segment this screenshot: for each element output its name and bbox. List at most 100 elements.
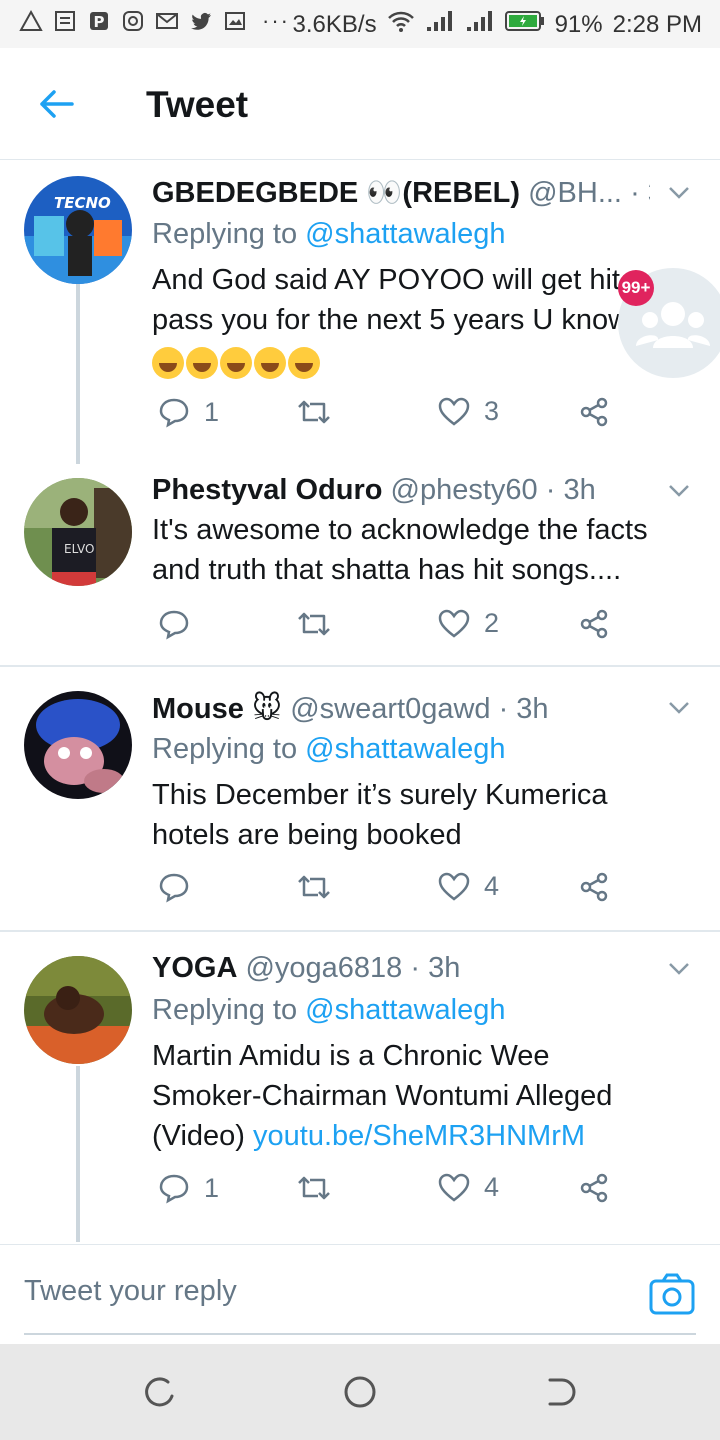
retweet-button[interactable] (296, 396, 332, 428)
share-button[interactable] (578, 871, 610, 903)
home-icon[interactable] (342, 1374, 378, 1410)
reply-icon (159, 873, 189, 903)
heart-icon (438, 1173, 470, 1202)
like-button[interactable]: 2 (438, 608, 499, 639)
like-button[interactable]: 4 (438, 871, 499, 902)
like-count: 4 (484, 871, 500, 901)
tweet-text-line: And God said AY POYOO will get hit (152, 264, 620, 296)
display-name[interactable]: Mouse 🐭 (152, 693, 282, 725)
tweet-item[interactable]: TECNO GBEDEGBEDE 👀(REBEL) @BH... · 3h Re… (0, 160, 720, 466)
emoji-row (152, 342, 690, 382)
timestamp: · 3h (630, 177, 650, 209)
notification-badge: 99+ (618, 270, 654, 306)
user-handle[interactable]: @yoga6818 (245, 952, 402, 984)
user-handle[interactable]: @BH... (528, 177, 622, 209)
mention-link[interactable]: @shattawalegh (305, 218, 505, 250)
avatar[interactable] (24, 691, 132, 799)
laughing-emoji-icon (152, 347, 184, 380)
tweet-actions: 2 (152, 608, 632, 648)
retweet-button[interactable] (296, 871, 332, 903)
tweet-meta: YOGA @yoga6818 · 3h (152, 952, 650, 985)
tweet-meta: GBEDEGBEDE 👀(REBEL) @BH... · 3h (152, 176, 650, 210)
reply-button[interactable] (158, 871, 204, 903)
mention-link[interactable]: @shattawalegh (305, 994, 505, 1026)
back-button[interactable] (30, 82, 82, 126)
battery-icon (504, 10, 545, 39)
gallery-icon (222, 8, 248, 34)
display-name[interactable]: YOGA (152, 952, 237, 984)
display-name[interactable]: GBEDEGBEDE 👀(REBEL) (152, 177, 520, 209)
reply-button[interactable] (158, 608, 204, 640)
like-count: 4 (484, 1172, 500, 1202)
more-notifications-indicator: ··· (262, 8, 290, 33)
chevron-down-icon[interactable] (666, 695, 692, 721)
reply-input[interactable]: Tweet your reply (24, 1275, 237, 1308)
tweet-text: Martin Amidu is a Chronic Wee Smoker-Cha… (152, 1036, 690, 1156)
notification-icons: P ··· (18, 8, 290, 34)
avatar[interactable]: ELVO (24, 478, 132, 586)
share-icon (580, 397, 608, 427)
tweet-text-line: and truth that shatta has hit songs.... (152, 554, 622, 586)
reply-icon (159, 610, 189, 640)
system-nav-bar (0, 1344, 720, 1440)
page-title: Tweet (146, 84, 249, 125)
tweet-text: It's awesome to acknowledge the facts an… (152, 510, 690, 590)
chevron-down-icon[interactable] (666, 478, 692, 504)
user-handle[interactable]: @sweart0gawd (290, 693, 490, 725)
chevron-down-icon[interactable] (666, 956, 692, 982)
svg-text:P: P (94, 13, 105, 31)
reply-button[interactable]: 1 (158, 396, 219, 428)
retweet-button[interactable] (296, 608, 332, 640)
mention-link[interactable]: @shattawalegh (305, 733, 505, 765)
retweet-button[interactable] (296, 1172, 332, 1204)
wifi-icon (387, 9, 415, 40)
recent-apps-icon[interactable] (142, 1374, 178, 1410)
thread-line (76, 1066, 80, 1242)
news-icon (52, 8, 78, 34)
reply-count: 1 (204, 396, 220, 427)
tweet-text-fragment: (Video) (152, 1120, 245, 1152)
avatar[interactable]: TECNO (24, 176, 132, 284)
tweet-text-line: hotels are being booked (152, 819, 462, 851)
tweet-item[interactable]: YOGA @yoga6818 · 3h Replying to @shattaw… (0, 932, 720, 1242)
arrow-left-icon (40, 90, 74, 118)
replying-to-label: Replying to (152, 994, 298, 1026)
laughing-emoji-icon (288, 347, 320, 380)
tweet-actions: 1 3 (152, 396, 632, 436)
signal-icon (425, 9, 455, 40)
tweet-item[interactable]: Mouse 🐭 @sweart0gawd · 3h Replying to @s… (0, 667, 720, 931)
signal-icon-2 (465, 9, 495, 40)
thread-line (76, 284, 80, 464)
share-button[interactable] (578, 608, 610, 640)
user-handle[interactable]: @phesty60 (391, 474, 538, 506)
p-app-icon: P (86, 8, 112, 34)
gmail-icon (154, 8, 180, 34)
instagram-icon (120, 8, 146, 34)
reply-button[interactable]: 1 (158, 1172, 219, 1204)
retweet-icon (298, 875, 330, 899)
like-button[interactable]: 3 (438, 396, 499, 427)
chevron-down-icon[interactable] (666, 180, 692, 206)
network-speed: 3.6KB/s (292, 10, 377, 38)
status-bar: P ··· 3.6KB/s 91% 2:28 PM (0, 0, 720, 48)
avatar[interactable] (24, 956, 132, 1064)
share-button[interactable] (578, 396, 610, 428)
tweet-text-line: Martin Amidu is a Chronic Wee (152, 1040, 550, 1072)
camera-icon[interactable] (648, 1271, 696, 1317)
heart-icon (438, 609, 470, 638)
share-button[interactable] (578, 1172, 610, 1204)
like-button[interactable]: 4 (438, 1172, 499, 1203)
timestamp: · 3h (545, 474, 596, 506)
retweet-icon (298, 1176, 330, 1200)
tweet-item[interactable]: ELVO Phestyval Oduro @phesty60 · 3h It's… (0, 466, 720, 666)
reply-icon (159, 398, 189, 428)
tweet-meta: Phestyval Oduro @phesty60 · 3h (152, 474, 650, 507)
tweet-text-line: pass you for the next 5 years U know (152, 304, 630, 336)
tweet-link[interactable]: youtu.be/SheMR3HNMrM (253, 1120, 585, 1152)
twitter-icon (188, 8, 214, 34)
tweet-text-line: It's awesome to acknowledge the facts (152, 514, 648, 546)
display-name[interactable]: Phestyval Oduro (152, 474, 382, 506)
back-nav-icon[interactable] (542, 1374, 578, 1410)
tweet-actions: 4 (152, 871, 632, 911)
warning-icon (18, 8, 44, 34)
